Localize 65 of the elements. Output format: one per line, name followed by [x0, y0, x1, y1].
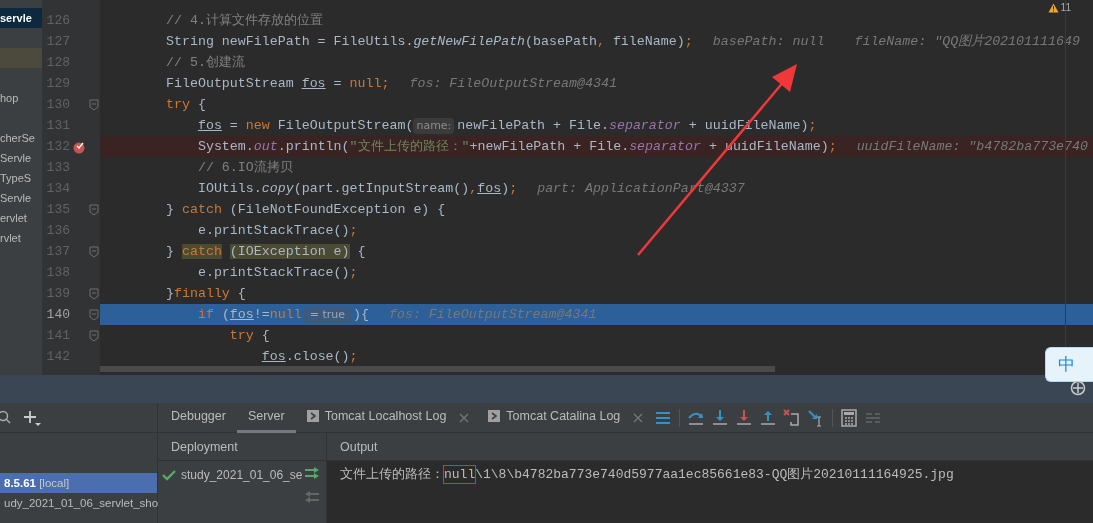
- code-text: }finally {: [166, 285, 246, 303]
- inline-value: = true: [303, 306, 351, 323]
- warning-count: 11: [1060, 1, 1071, 15]
- close-icon[interactable]: [633, 412, 644, 423]
- tree-item[interactable]: servle: [0, 8, 42, 28]
- tree-item[interactable]: hop: [0, 88, 42, 108]
- fold-icon[interactable]: [89, 245, 99, 258]
- fold-icon[interactable]: [89, 308, 99, 321]
- add-icon[interactable]: [22, 408, 42, 427]
- code-text: // 5.创建流: [166, 54, 245, 72]
- inline-hint: fileName: "QQ图片202101111649: [854, 33, 1080, 51]
- deployment-item[interactable]: study_2021_01_06_se: [181, 466, 303, 484]
- tree-item[interactable]: rvlet: [0, 228, 42, 248]
- tree-item[interactable]: ervlet: [0, 208, 42, 228]
- tree-item[interactable]: Servle: [0, 148, 42, 168]
- crosshair-icon[interactable]: [1070, 380, 1086, 396]
- tree-item[interactable]: cherSe: [0, 128, 42, 148]
- code-text: if (fos!=null: [196, 306, 302, 324]
- fold-icon[interactable]: [89, 329, 99, 342]
- tree-marker-bar: [0, 48, 42, 68]
- code-text: // 4.计算文件存放的位置: [166, 12, 323, 30]
- service-item[interactable]: udy_2021_01_06_servlet_sho: [0, 493, 157, 513]
- line-number: 140: [45, 306, 70, 324]
- tab[interactable]: Tomcat Localhost Log: [295, 402, 458, 433]
- tab[interactable]: Tomcat Catalina Log: [477, 402, 632, 433]
- code-text: FileOutputStream fos = null;: [166, 75, 390, 93]
- code-text: try {: [228, 327, 270, 345]
- inline-hint: fos: FileOutputStream@4341: [388, 306, 597, 324]
- ime-toggle[interactable]: 中: [1045, 347, 1093, 382]
- fold-icon[interactable]: [89, 98, 99, 111]
- warning-icon[interactable]: [1047, 2, 1059, 13]
- code-text: ){: [353, 306, 369, 324]
- fold-icon[interactable]: [89, 203, 99, 216]
- console-icon: [488, 410, 501, 422]
- search-icon[interactable]: [0, 409, 12, 426]
- close-icon[interactable]: [459, 412, 470, 423]
- console-icon: [306, 410, 319, 422]
- code-text: String newFilePath = FileUtils.getNewFilePath(basePath, fileName);: [166, 33, 693, 51]
- code-text: e.printStackTrace();: [196, 222, 358, 240]
- service-item[interactable]: 8.5.61 [local]: [0, 473, 157, 493]
- step-out-button[interactable]: [759, 408, 778, 427]
- tree-item[interactable]: Servle: [0, 188, 42, 208]
- code-text: fos = new FileOutputStream(: [196, 117, 414, 135]
- tab[interactable]: Debugger: [160, 402, 237, 433]
- code-text: // 6.IO流拷贝: [196, 159, 293, 177]
- inline-hint: basePath: null: [712, 33, 825, 51]
- column-header: Output: [339, 439, 378, 456]
- code-text: fos.close();: [260, 348, 358, 366]
- code-text: try {: [166, 96, 206, 114]
- code-text: e.printStackTrace();: [196, 264, 358, 282]
- drop-frame-button[interactable]: [783, 408, 802, 427]
- parameter-hint: name:: [413, 117, 455, 134]
- code-text: } catch (IOException e) {: [166, 243, 366, 261]
- inline-hint: fos: FileOutputStream@4341: [409, 75, 617, 93]
- tree-item[interactable]: TypeS: [0, 168, 42, 188]
- step-into-button[interactable]: [735, 408, 754, 427]
- code-text: IOUtils.copy(part.getInputStream(),fos);: [196, 180, 518, 198]
- fold-icon[interactable]: [89, 287, 99, 300]
- scrollbar-thumb[interactable]: [100, 366, 775, 372]
- code-text: } catch (FileNotFoundException e) {: [166, 201, 446, 219]
- step-into-button[interactable]: [711, 408, 730, 427]
- inline-hint: uuidFileName: "b4782ba773e740: [856, 138, 1089, 156]
- column-header: Deployment: [158, 433, 327, 460]
- tab[interactable]: Server: [236, 402, 296, 433]
- calculator-button[interactable]: [840, 408, 859, 427]
